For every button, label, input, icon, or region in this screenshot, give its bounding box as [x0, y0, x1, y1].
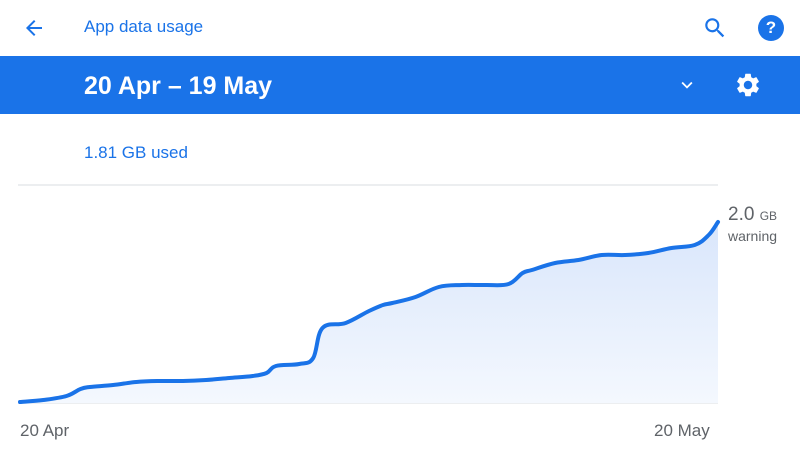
chevron-down-icon — [681, 81, 693, 89]
usage-chart-svg — [18, 184, 720, 404]
page-title: App data usage — [84, 17, 204, 36]
top-app-bar: App data usage ? — [0, 0, 800, 56]
x-axis-start-label: 20 Apr — [20, 421, 70, 440]
search-button[interactable] — [696, 10, 734, 46]
search-icon — [705, 18, 725, 38]
warning-value-number: 2.0 — [728, 204, 755, 225]
arrow-back-icon — [26, 20, 42, 36]
cycle-dropdown-button[interactable] — [670, 70, 704, 100]
warning-threshold-label: warning — [728, 228, 778, 244]
help-button[interactable]: ? — [752, 10, 790, 46]
x-axis-end-label: 20 May — [654, 421, 710, 440]
warning-value-unit: GB — [759, 209, 778, 223]
usage-chart: 2.0 GB warning 20 Apr 20 May — [0, 170, 800, 450]
data-used-summary: 1.81 GB used — [84, 143, 188, 162]
warning-threshold-value: 2.0 GB — [728, 204, 777, 226]
back-button[interactable] — [14, 10, 54, 46]
gear-icon — [737, 73, 759, 97]
cycle-date-range[interactable]: 20 Apr – 19 May — [84, 72, 272, 101]
help-icon: ? — [758, 15, 784, 41]
cycle-bar: 20 Apr – 19 May — [0, 56, 800, 114]
settings-button[interactable] — [730, 68, 766, 102]
